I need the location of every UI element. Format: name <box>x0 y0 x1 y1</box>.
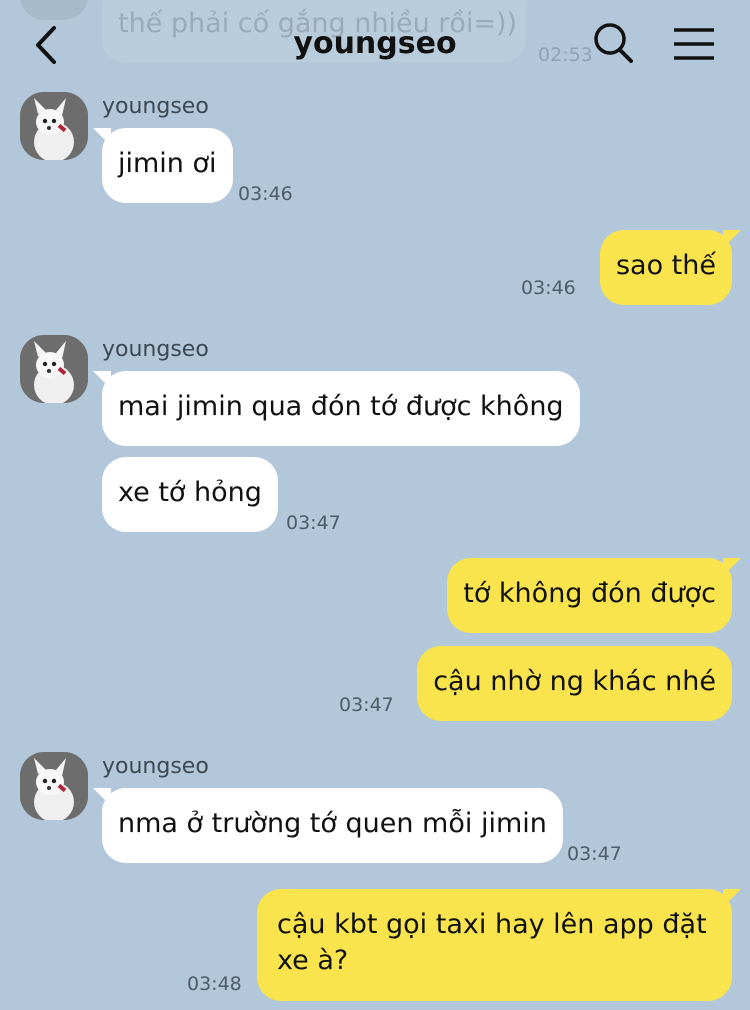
outgoing-message[interactable]: sao thế <box>599 230 742 305</box>
outgoing-message[interactable]: cậu nhờ ng khác nhé <box>417 646 732 721</box>
avatar[interactable] <box>20 335 88 403</box>
dog-avatar-icon <box>20 335 88 403</box>
dog-avatar-icon <box>20 752 88 820</box>
sender-name: youngseo <box>102 754 209 779</box>
chat-header: thế phải cố gắng nhiều rồi=)) 02:53 youn… <box>0 0 750 92</box>
message-time: 03:48 <box>187 973 242 995</box>
search-button[interactable] <box>592 20 636 70</box>
message-time: 03:46 <box>521 277 576 299</box>
incoming-message[interactable]: nma ở trường tớ quen mỗi jimin <box>93 788 563 863</box>
incoming-message[interactable]: xe tớ hỏng <box>102 457 278 532</box>
incoming-message[interactable]: jimin ơi <box>93 128 233 203</box>
message-time: 03:46 <box>238 183 293 205</box>
menu-button[interactable] <box>672 20 716 70</box>
avatar[interactable] <box>20 752 88 820</box>
outgoing-message[interactable]: tớ không đón được <box>447 558 741 633</box>
message-time: 03:47 <box>339 694 394 716</box>
message-time: 03:47 <box>567 843 622 865</box>
avatar[interactable] <box>20 92 88 160</box>
chat-title: youngseo <box>293 26 457 61</box>
message-time: 03:47 <box>286 512 341 534</box>
dog-avatar-icon <box>20 92 88 160</box>
outgoing-message[interactable]: cậu kbt gọi taxi hay lên app đặt xe à? <box>257 889 741 1001</box>
sender-name: youngseo <box>102 337 209 362</box>
search-icon <box>594 23 633 63</box>
incoming-message[interactable]: mai jimin qua đón tớ được không <box>93 371 580 446</box>
previous-avatar <box>20 0 88 20</box>
sender-name: youngseo <box>102 94 209 119</box>
hamburger-menu-icon <box>674 28 714 60</box>
